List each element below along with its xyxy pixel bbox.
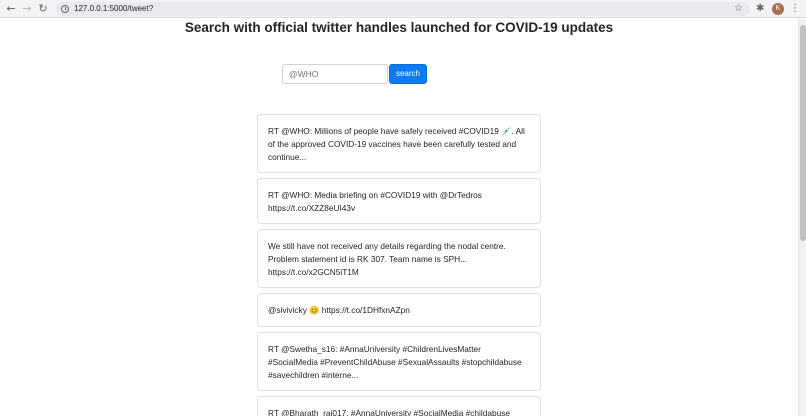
browser-menu-icon[interactable]: ⋮: [790, 2, 800, 16]
forward-arrow-icon[interactable]: →: [20, 2, 34, 16]
search-input[interactable]: [282, 64, 388, 84]
tweet-text: RT @WHO: Millions of people have safely …: [268, 126, 525, 162]
tweet-card: @sivivicky 😊 https://t.co/1DHfxnAZpn: [257, 293, 541, 327]
info-icon[interactable]: [61, 5, 69, 13]
page-scrollbar[interactable]: [798, 19, 806, 416]
scrollbar-thumb[interactable]: [800, 25, 806, 241]
back-arrow-icon[interactable]: ←: [4, 2, 18, 16]
tweet-text: @sivivicky 😊 https://t.co/1DHfxnAZpn: [268, 305, 410, 315]
tweet-card: RT @Swetha_s16: #AnnaUniversity #Childre…: [257, 332, 541, 391]
tweet-card: We still have not received any details r…: [257, 229, 541, 288]
tweet-card: RT @WHO: Media briefing on #COVID19 with…: [257, 178, 541, 224]
tweet-card: RT @Bharath_raj017: #AnnaUniversity #Soc…: [257, 396, 541, 416]
search-button[interactable]: search: [389, 64, 427, 84]
bookmark-star-icon[interactable]: ☆: [734, 2, 743, 16]
browser-toolbar: ← → ↻ 127.0.0.1:5000/tweet? ☆ ✱ K ⋮: [0, 0, 806, 18]
reload-icon[interactable]: ↻: [36, 2, 50, 16]
address-bar-url[interactable]: 127.0.0.1:5000/tweet?: [74, 3, 153, 15]
page-viewport: Search with official twitter handles lau…: [0, 19, 798, 416]
address-bar[interactable]: 127.0.0.1:5000/tweet?: [56, 2, 750, 16]
tweet-text: RT @Bharath_raj017: #AnnaUniversity #Soc…: [268, 408, 510, 416]
tweet-text: We still have not received any details r…: [268, 241, 506, 277]
tweet-card: RT @WHO: Millions of people have safely …: [257, 114, 541, 173]
page-title: Search with official twitter handles lau…: [184, 20, 614, 35]
extensions-puzzle-icon[interactable]: ✱: [756, 2, 764, 16]
profile-avatar[interactable]: K: [772, 3, 784, 15]
tweet-text: RT @Swetha_s16: #AnnaUniversity #Childre…: [268, 344, 522, 380]
tweet-text: RT @WHO: Media briefing on #COVID19 with…: [268, 190, 482, 213]
